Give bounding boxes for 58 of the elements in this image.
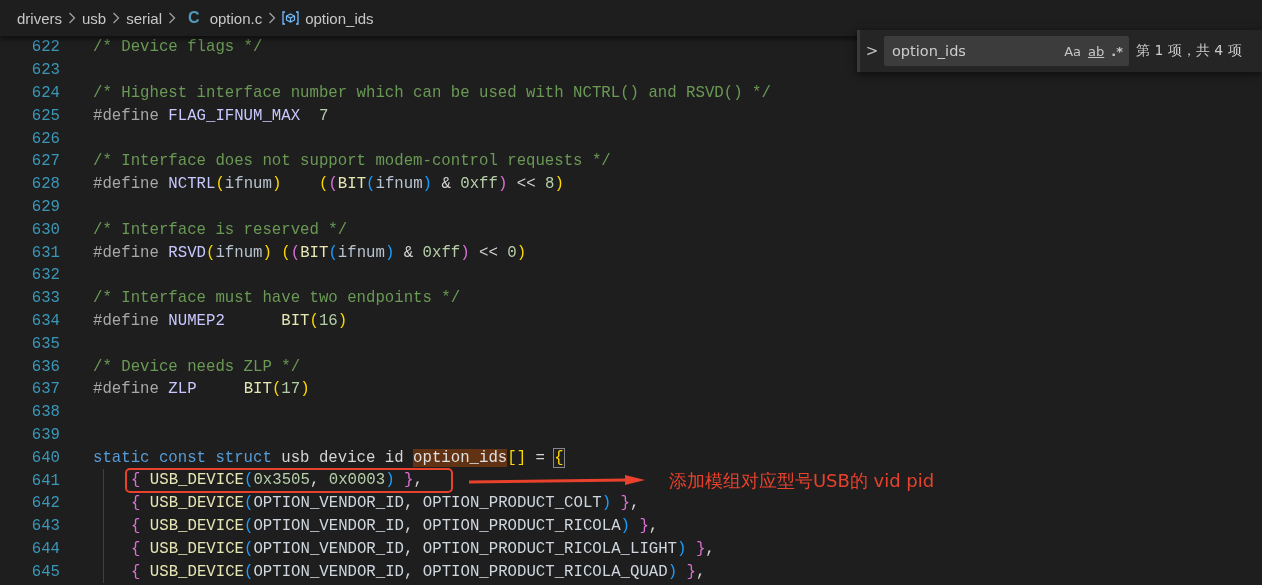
code-line: /* Device flags */ <box>93 38 263 57</box>
line-number: 634 <box>30 311 60 330</box>
line-number: 639 <box>30 425 60 444</box>
cube-icon <box>282 11 300 25</box>
code-line: /* Highest interface number which can be used with NCTRL() and RSVD() */ <box>93 84 771 102</box>
line-number: 624 <box>30 84 60 102</box>
c-file-icon: C <box>188 9 200 27</box>
breadcrumb-item[interactable]: drivers <box>17 9 62 27</box>
breadcrumb-item[interactable]: option.c <box>209 9 263 27</box>
line-number: 631 <box>30 243 60 262</box>
line-number: 629 <box>30 197 60 216</box>
code-line: #define ZLP BIT(17) <box>93 380 310 399</box>
code-line: #define NCTRL(ifnum) ((BIT(ifnum) & 0xff) << 8) <box>93 175 564 194</box>
breadcrumb-item[interactable]: usb <box>82 9 107 27</box>
chevron-right-icon <box>68 12 76 24</box>
line-number: 630 <box>30 220 60 239</box>
line-number: 640 <box>30 448 60 467</box>
line-number: 636 <box>30 357 60 376</box>
code-line: { USB_DEVICE(OPTION_VENDOR_ID, OPTION_PRODUCT_RICOLA_QUAD) }, <box>131 562 706 581</box>
line-number: 643 <box>30 517 60 536</box>
search-field[interactable]: option_ids Aa ab .* <box>884 36 1129 66</box>
code-line: #define FLAG_IFNUM_MAX 7 <box>93 106 329 125</box>
line-number: 626 <box>30 129 60 148</box>
annotation-text: 添加模组对应型号USB的 vid pid <box>668 468 935 493</box>
line-number: 637 <box>30 380 60 399</box>
match-count: 第 1 项，共 4 项 <box>1136 42 1242 60</box>
expand-toggle[interactable]: > <box>860 42 884 60</box>
line-number: 645 <box>30 562 60 581</box>
line-number: 641 <box>30 471 60 490</box>
code-line: static const struct usb device id option_ids[] = { <box>93 448 564 467</box>
breadcrumb-item[interactable]: serial <box>126 9 163 27</box>
code-line: #define RSVD(ifnum) ((BIT(ifnum) & 0xff) << 0) <box>93 243 527 262</box>
line-number: 625 <box>30 106 60 125</box>
line-number: 638 <box>30 403 60 422</box>
code-line: /* Interface must have two endpoints */ <box>93 289 461 308</box>
search-option-toggle[interactable]: Aa <box>1064 43 1082 59</box>
line-number: 628 <box>30 175 60 194</box>
code-line: { USB_DEVICE(OPTION_VENDOR_ID, OPTION_PRODUCT_RICOLA) }, <box>131 517 659 536</box>
search-option-toggle[interactable]: ab <box>1088 43 1105 59</box>
code-line: /* Interface does not support modem-control requests */ <box>93 152 611 171</box>
line-number: 633 <box>30 289 60 308</box>
chevron-right-icon <box>168 12 177 24</box>
chevron-right-icon <box>112 12 121 24</box>
line-number: 627 <box>30 152 60 171</box>
line-number: 635 <box>30 334 60 353</box>
code-line: #define NUMEP2 BIT(16) <box>93 311 348 330</box>
search-option-toggle[interactable]: .* <box>1111 43 1123 59</box>
chevron-right-icon <box>268 12 277 24</box>
line-number: 632 <box>30 266 60 285</box>
line-number: 622 <box>30 38 60 57</box>
code-line: { USB_DEVICE(OPTION_VENDOR_ID, OPTION_PRODUCT_RICOLA_LIGHT) }, <box>131 539 715 558</box>
line-number: 642 <box>30 494 60 513</box>
code-line: /* Device needs ZLP */ <box>93 357 301 376</box>
line-number: 644 <box>30 539 60 558</box>
code-line: /* Interface is reserved */ <box>93 220 348 239</box>
code-line: { USB_DEVICE(OPTION_VENDOR_ID, OPTION_PRODUCT_COLT) }, <box>131 494 640 513</box>
breadcrumb-item[interactable]: option_ids <box>305 9 374 27</box>
line-number: 623 <box>30 61 60 80</box>
